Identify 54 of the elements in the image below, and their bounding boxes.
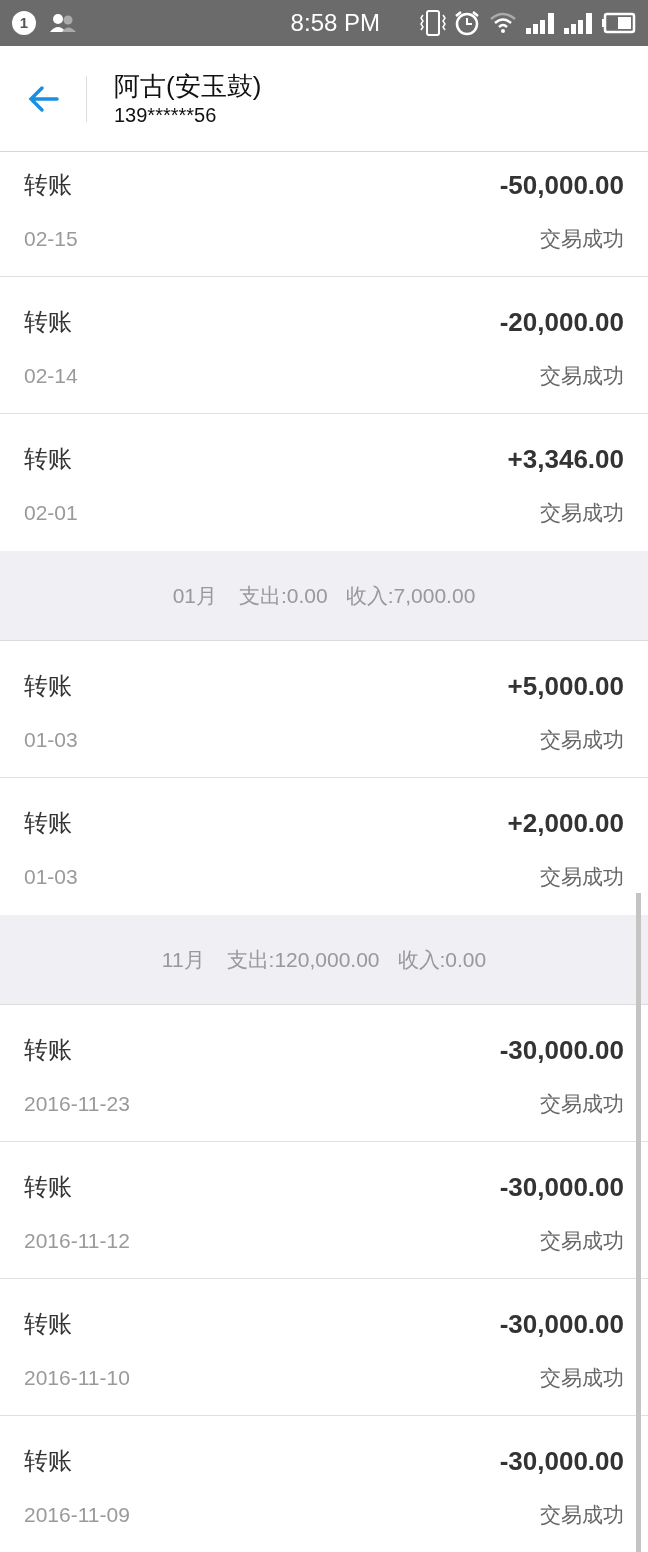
vibrate-icon: [418, 9, 448, 37]
clock-time: 8:58 PM: [290, 8, 380, 38]
transaction-amount: -50,000.00: [499, 168, 624, 202]
transaction-amount: -30,000.00: [499, 1170, 624, 1204]
transaction-date: 2016-11-09: [24, 1502, 130, 1529]
transaction-type: 转账: [24, 1172, 72, 1202]
transaction-date: 01-03: [24, 864, 78, 891]
transaction-status: 交易成功: [540, 1091, 624, 1118]
signal-icon: [526, 11, 556, 35]
transaction-status: 交易成功: [540, 864, 624, 891]
transaction-status: 交易成功: [540, 727, 624, 754]
transaction-date: 02-14: [24, 363, 78, 390]
transaction-type: 转账: [24, 444, 72, 474]
transaction-type: 转账: [24, 307, 72, 337]
transaction-type: 转账: [24, 1446, 72, 1476]
notification-count: 1: [12, 11, 36, 35]
transaction-status: 交易成功: [540, 1228, 624, 1255]
transaction-date: 2016-11-10: [24, 1365, 130, 1392]
signal-icon: [564, 11, 594, 35]
transaction-amount: +2,000.00: [507, 806, 624, 840]
battery-icon: [602, 12, 636, 34]
wifi-icon: [490, 12, 516, 34]
back-arrow-icon: [27, 84, 59, 113]
expense-total: 支出:0.00: [239, 582, 328, 609]
income-total: 收入:0.00: [397, 946, 487, 973]
transaction-status: 交易成功: [540, 1365, 624, 1392]
contacts-icon: [48, 13, 78, 33]
transaction-type: 转账: [24, 808, 72, 838]
transaction-date: 2016-11-23: [24, 1091, 130, 1118]
month-label: 11月: [161, 946, 205, 973]
contact-name: 阿古(安玉鼓): [114, 69, 262, 102]
transaction-amount: -30,000.00: [499, 1444, 624, 1478]
transaction-type: 转账: [24, 671, 72, 701]
transaction-amount: -20,000.00: [499, 305, 624, 339]
transaction-status: 交易成功: [540, 1502, 624, 1529]
transaction-type: 转账: [24, 1035, 72, 1065]
transaction-type: 转账: [24, 1309, 72, 1339]
transaction-amount: -30,000.00: [499, 1307, 624, 1341]
transaction-status: 交易成功: [540, 500, 624, 527]
transaction-amount: +5,000.00: [507, 669, 624, 703]
alarm-icon: [454, 10, 480, 36]
transaction-date: 02-15: [24, 226, 78, 253]
transaction-date: 02-01: [24, 500, 78, 527]
expense-total: 支出:120,000.00: [226, 946, 380, 973]
transaction-status: 交易成功: [540, 226, 624, 253]
transaction-date: 2016-11-12: [24, 1228, 130, 1255]
transaction-amount: -30,000.00: [499, 1033, 624, 1067]
phone-number: 139******56: [114, 102, 218, 128]
transaction-amount: +3,346.00: [507, 442, 624, 476]
income-total: 收入:7,000.00: [345, 582, 476, 609]
transaction-status: 交易成功: [540, 363, 624, 390]
month-label: 01月: [172, 582, 217, 609]
transaction-date: 01-03: [24, 727, 78, 754]
transaction-type: 转账: [24, 170, 72, 200]
